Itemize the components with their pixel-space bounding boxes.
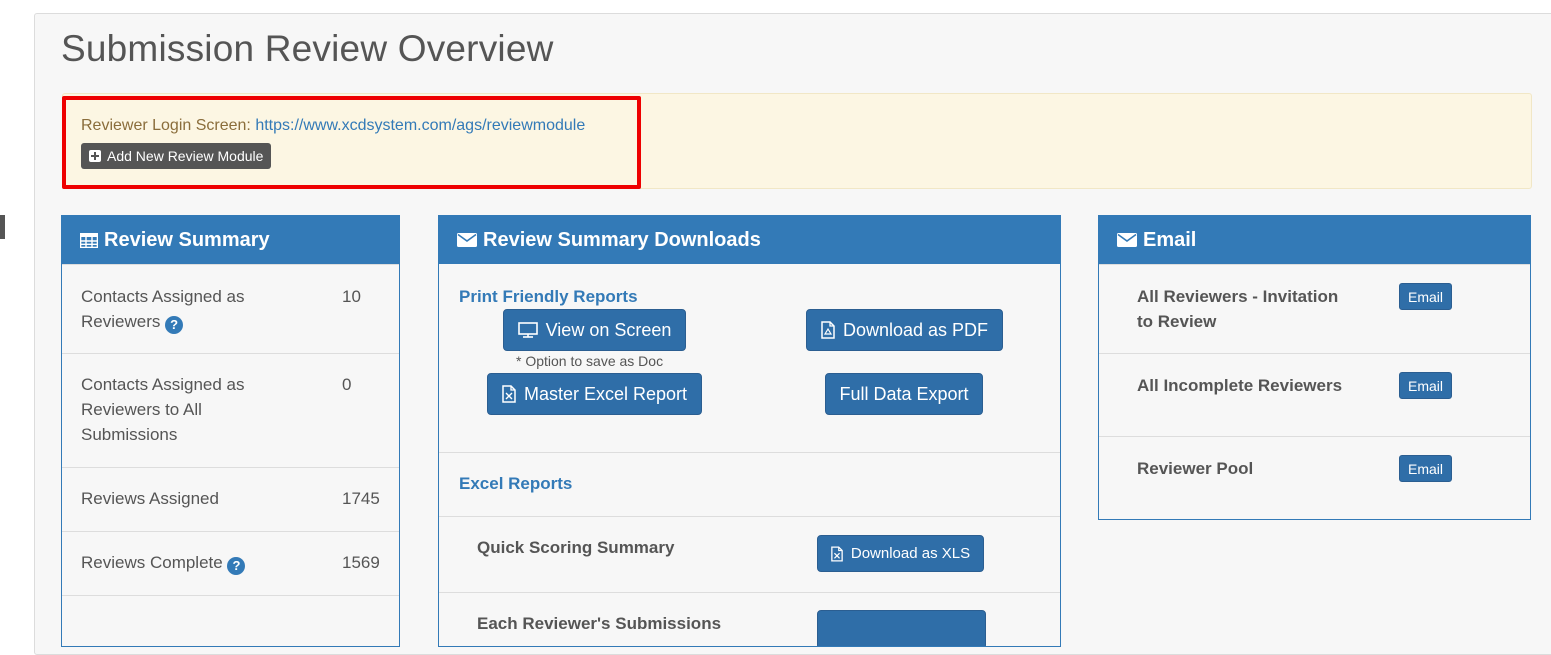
download-xls-label: Download as XLS [850,545,971,562]
summary-row [62,595,399,646]
summary-row: Contacts Assigned as Reviewers to All Su… [62,353,399,467]
email-row: Reviewer Pool Email [1099,436,1530,519]
email-button[interactable]: Email [1399,372,1453,399]
reviewer-login-label: Reviewer Login Screen: [81,117,251,134]
review-summary-title: Review Summary [104,228,270,251]
help-icon[interactable]: ? [227,557,246,575]
excel-file-icon [831,546,843,561]
help-icon[interactable]: ? [165,316,184,334]
monitor-icon [517,322,538,338]
download-pdf-button[interactable]: Download as PDF [806,309,1003,351]
email-row: All Incomplete Reviewers Email [1099,353,1530,437]
section-divider [439,516,1060,517]
save-as-doc-note: * Option to save as Doc [516,353,664,369]
reviewer-login-line: Reviewer Login Screen: https://www.xcdsy… [81,117,585,135]
envelope-icon [457,233,477,247]
email-panel: Email All Reviewers - Invitation to Revi… [1098,215,1531,520]
envelope-icon [1117,233,1137,247]
email-title: Email [1143,228,1197,251]
summary-value: 0 [342,375,352,394]
review-downloads-panel: Review Summary Downloads Print Friendly … [438,215,1061,647]
email-header: Email [1099,216,1530,264]
email-row-label: All Reviewers - Invitation to Review [1137,287,1339,331]
summary-row: Contacts Assigned as Reviewers ? 10 [62,264,399,353]
section-divider [439,452,1060,453]
summary-row: Reviews Complete ? 1569 [62,531,399,595]
excel-reports-heading: Excel Reports [459,474,573,493]
side-tab[interactable] [0,215,5,239]
summary-value: 1745 [342,489,380,508]
summary-row: Reviews Assigned 1745 [62,467,399,531]
print-friendly-heading: Print Friendly Reports [459,287,638,306]
summary-label: Contacts Assigned as Reviewers ? [81,287,245,334]
download-xls-button[interactable]: Download as XLS [817,535,984,572]
reviewer-login-link[interactable]: https://www.xcdsystem.com/ags/reviewmodu… [255,117,585,134]
summary-value: 1569 [342,553,380,572]
pdf-file-icon [821,321,835,339]
email-row: All Reviewers - Invitation to Review Ema… [1099,264,1530,353]
full-data-export-label: Full Data Export [839,383,969,404]
review-summary-panel: Review Summary Contacts Assigned as Revi… [61,215,400,647]
section-divider [439,592,1060,593]
quick-scoring-summary-label: Quick Scoring Summary [477,538,675,557]
email-button[interactable]: Email [1399,455,1453,482]
master-excel-report-label: Master Excel Report [523,383,688,404]
view-on-screen-button[interactable]: View on Screen [503,309,686,351]
view-on-screen-label: View on Screen [545,319,672,340]
summary-value: 10 [342,287,361,306]
main-content: Submission Review Overview Reviewer Logi… [34,13,1551,655]
email-button[interactable]: Email [1399,283,1453,310]
each-reviewer-submissions-label: Each Reviewer's Submissions [477,614,722,633]
download-pdf-label: Download as PDF [842,319,989,340]
review-summary-header: Review Summary [62,216,399,264]
full-data-export-button[interactable]: Full Data Export [825,373,983,415]
summary-label: Contacts Assigned as Reviewers to All Su… [81,375,245,444]
summary-label: Reviews Complete ? [81,550,246,575]
review-downloads-title: Review Summary Downloads [483,228,761,251]
page-title: Submission Review Overview [61,28,554,69]
excel-file-icon [502,385,516,403]
summary-label: Reviews Assigned [81,489,219,508]
email-row-label: Reviewer Pool [1137,459,1254,478]
add-review-module-button[interactable]: Add New Review Module [81,143,272,169]
table-icon [80,232,98,248]
master-excel-report-button[interactable]: Master Excel Report [487,373,702,415]
add-review-module-label: Add New Review Module [107,148,264,164]
plus-square-icon [89,150,101,162]
email-row-label: All Incomplete Reviewers [1137,376,1343,395]
review-downloads-header: Review Summary Downloads [439,216,1060,264]
